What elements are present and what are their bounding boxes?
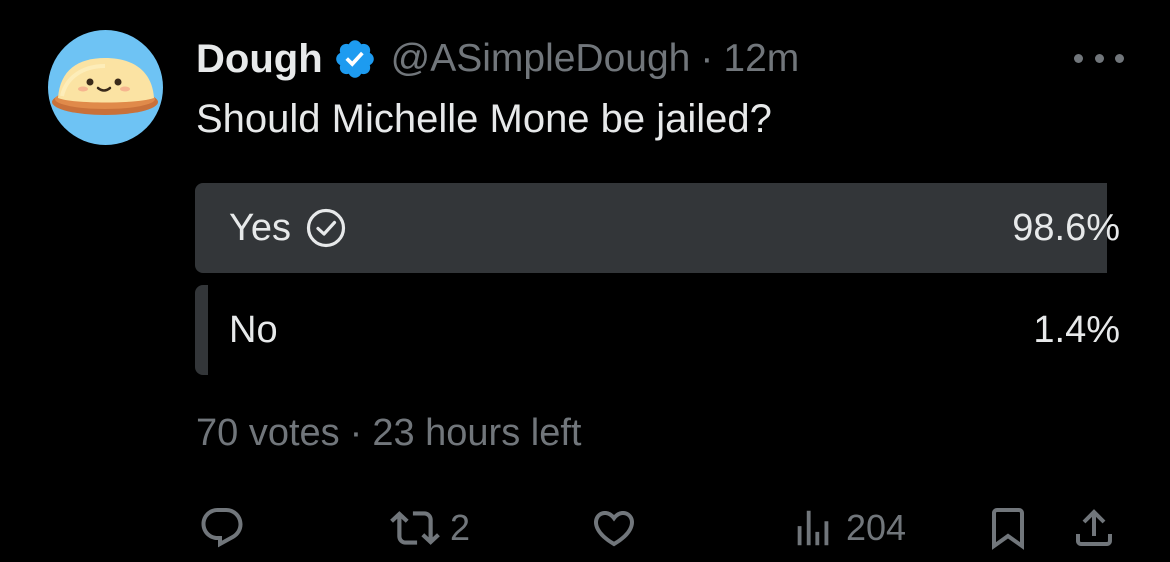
- share-button[interactable]: [1070, 500, 1118, 556]
- avatar[interactable]: [48, 30, 163, 145]
- author-handle[interactable]: @ASimpleDough: [391, 37, 691, 81]
- retweet-button[interactable]: 2: [390, 500, 470, 556]
- poll-option-percent: 98.6%: [1012, 206, 1120, 249]
- tweet-header: Dough @ASimpleDough · 12m: [196, 34, 799, 84]
- poll-bar-no: [195, 285, 208, 375]
- poll-option-yes[interactable]: Yes 98.6%: [195, 183, 1120, 273]
- poll-votes: 70 votes: [196, 412, 340, 454]
- views-icon: [797, 510, 829, 546]
- bookmark-icon: [992, 508, 1024, 550]
- check-circle-icon: [306, 208, 346, 248]
- bookmark-button[interactable]: [984, 500, 1032, 556]
- like-icon: [593, 511, 635, 547]
- like-button[interactable]: [590, 500, 648, 556]
- tweet-text: Should Michelle Mone be jailed?: [196, 97, 772, 141]
- views-button[interactable]: 204: [790, 500, 906, 556]
- header-separator: ·: [700, 37, 714, 80]
- poll-option-label: Yes: [229, 206, 291, 249]
- poll-meta-separator: ·: [349, 412, 363, 454]
- retweet-count: 2: [450, 507, 471, 548]
- reply-icon: [201, 508, 243, 548]
- poll-time-left: 23 hours left: [372, 412, 582, 454]
- share-icon: [1076, 509, 1112, 546]
- action-bar: 2 204: [0, 500, 1170, 556]
- reply-button[interactable]: [198, 500, 256, 556]
- author-name[interactable]: Dough: [196, 37, 323, 82]
- poll-option-percent: 1.4%: [1033, 308, 1120, 351]
- more-options-icon[interactable]: [1074, 38, 1124, 78]
- poll-option-no[interactable]: No 1.4%: [195, 285, 1120, 375]
- views-count: 204: [846, 507, 907, 548]
- verified-badge-icon: [335, 40, 374, 78]
- poll-meta: 70 votes · 23 hours left: [196, 412, 581, 455]
- tweet-time[interactable]: 12m: [723, 37, 799, 81]
- retweet-icon: [390, 511, 440, 545]
- dough-avatar-icon: [52, 58, 158, 115]
- poll-option-label: No: [229, 308, 278, 351]
